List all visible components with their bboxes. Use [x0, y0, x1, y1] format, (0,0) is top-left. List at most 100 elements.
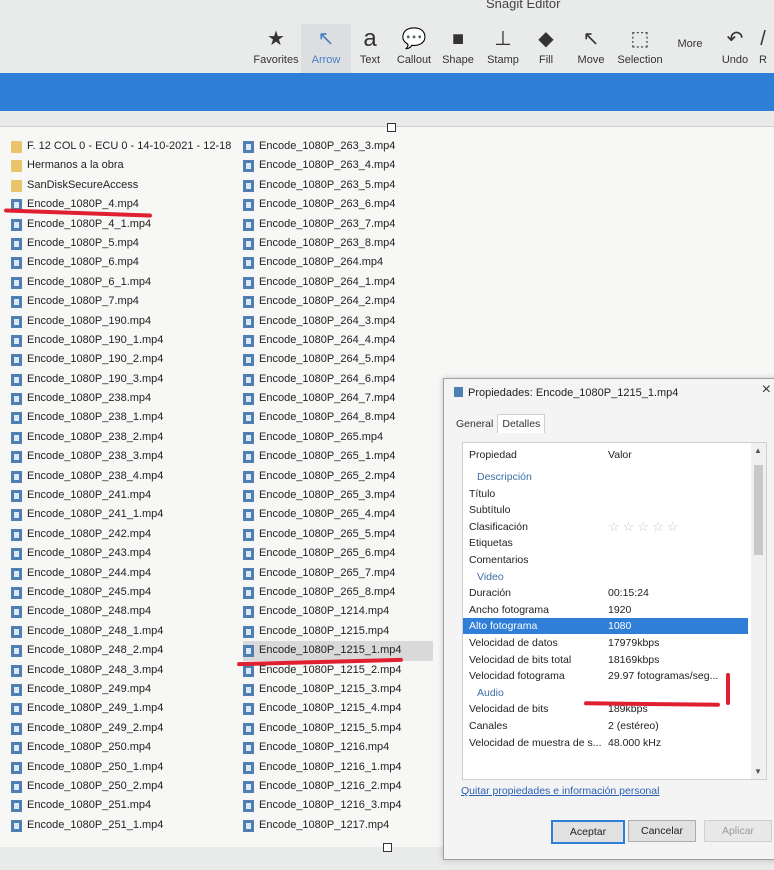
file-item[interactable]: Encode_1080P_1216_1.mp4	[243, 758, 433, 777]
file-item[interactable]: Encode_1080P_265_2.mp4	[243, 467, 433, 486]
file-item[interactable]: Encode_1080P_4_1.mp4	[11, 215, 241, 234]
file-item[interactable]: SanDiskSecureAccess	[11, 176, 241, 195]
tab-general[interactable]: General	[452, 415, 497, 433]
file-item[interactable]: Encode_1080P_264_7.mp4	[243, 389, 433, 408]
property-row[interactable]: Velocidad de bits total 18169kbps	[463, 652, 748, 668]
file-item[interactable]: Encode_1080P_6_1.mp4	[11, 273, 241, 292]
file-item[interactable]: Encode_1080P_264_6.mp4	[243, 370, 433, 389]
file-item[interactable]: Encode_1080P_251.mp4	[11, 796, 241, 815]
file-item[interactable]: Encode_1080P_238_3.mp4	[11, 447, 241, 466]
rating-stars[interactable]: ☆☆☆☆☆	[608, 519, 681, 535]
file-item[interactable]: Encode_1080P_263_4.mp4	[243, 156, 433, 175]
file-item[interactable]: Encode_1080P_251_1.mp4	[11, 816, 241, 835]
file-item[interactable]: Encode_1080P_250.mp4	[11, 738, 241, 757]
redo-button[interactable]: / R	[752, 24, 774, 76]
property-row[interactable]: Canales 2 (estéreo)	[463, 718, 748, 734]
property-row[interactable]: Velocidad de muestra de s... 48.000 kHz	[463, 735, 748, 751]
tool-move[interactable]: ↖ Move	[566, 24, 616, 76]
file-item[interactable]: Encode_1080P_265_7.mp4	[243, 564, 433, 583]
property-row[interactable]: Duración 00:15:24	[463, 585, 748, 601]
file-item[interactable]: Encode_1080P_190_3.mp4	[11, 370, 241, 389]
column-property[interactable]: Propiedad	[469, 449, 517, 461]
file-item[interactable]: Encode_1080P_190.mp4	[11, 312, 241, 331]
file-item[interactable]: Encode_1080P_1216_2.mp4	[243, 777, 433, 796]
file-item[interactable]: Encode_1080P_265_6.mp4	[243, 544, 433, 563]
file-item[interactable]: Encode_1080P_248_3.mp4	[11, 661, 241, 680]
file-item[interactable]: Encode_1080P_249_1.mp4	[11, 699, 241, 718]
property-row[interactable]: Etiquetas	[463, 535, 748, 551]
tool-callout[interactable]: 💬 Callout	[389, 24, 439, 76]
property-row[interactable]: Alto fotograma 1080	[463, 618, 748, 635]
property-row[interactable]: Comentarios	[463, 552, 748, 568]
file-item[interactable]: Encode_1080P_264_5.mp4	[243, 350, 433, 369]
file-item[interactable]: Encode_1080P_1216_3.mp4	[243, 796, 433, 815]
file-item[interactable]: Encode_1080P_263_8.mp4	[243, 234, 433, 253]
file-item[interactable]: Encode_1080P_248.mp4	[11, 602, 241, 621]
file-item[interactable]: Encode_1080P_1215_1.mp4	[243, 641, 433, 661]
file-item[interactable]: Encode_1080P_1214.mp4	[243, 602, 433, 621]
resize-handle-bottom[interactable]	[383, 843, 392, 852]
file-item[interactable]: Encode_1080P_265_3.mp4	[243, 486, 433, 505]
file-item[interactable]: Encode_1080P_264_2.mp4	[243, 292, 433, 311]
file-item[interactable]: Encode_1080P_241_1.mp4	[11, 505, 241, 524]
file-item[interactable]: Hermanos a la obra	[11, 156, 241, 175]
tool-text[interactable]: a Text	[345, 24, 395, 76]
file-item[interactable]: Encode_1080P_1215_4.mp4	[243, 699, 433, 718]
file-item[interactable]: Encode_1080P_1215.mp4	[243, 622, 433, 641]
file-item[interactable]: Encode_1080P_1215_3.mp4	[243, 680, 433, 699]
file-item[interactable]: Encode_1080P_264_4.mp4	[243, 331, 433, 350]
file-item[interactable]: Encode_1080P_245.mp4	[11, 583, 241, 602]
property-row[interactable]: Velocidad fotograma 29.97 fotogramas/seg.…	[463, 668, 748, 684]
file-item[interactable]: Encode_1080P_238_4.mp4	[11, 467, 241, 486]
file-item[interactable]: Encode_1080P_7.mp4	[11, 292, 241, 311]
file-item[interactable]: Encode_1080P_264_8.mp4	[243, 408, 433, 427]
file-item[interactable]: Encode_1080P_244.mp4	[11, 564, 241, 583]
file-item[interactable]: Encode_1080P_6.mp4	[11, 253, 241, 272]
property-row[interactable]: Subtítulo	[463, 502, 748, 518]
file-item[interactable]: Encode_1080P_242.mp4	[11, 525, 241, 544]
scrollbar-thumb[interactable]	[754, 465, 763, 555]
file-item[interactable]: Encode_1080P_243.mp4	[11, 544, 241, 563]
column-value[interactable]: Valor	[608, 449, 632, 461]
file-item[interactable]: Encode_1080P_265_8.mp4	[243, 583, 433, 602]
cancel-button[interactable]: Cancelar	[628, 820, 696, 842]
file-item[interactable]: Encode_1080P_238.mp4	[11, 389, 241, 408]
scroll-up-icon[interactable]: ▲	[754, 446, 762, 455]
file-item[interactable]: Encode_1080P_248_2.mp4	[11, 641, 241, 660]
file-item[interactable]: Encode_1080P_190_1.mp4	[11, 331, 241, 350]
file-item[interactable]: Encode_1080P_263_3.mp4	[243, 137, 433, 156]
file-item[interactable]: Encode_1080P_238_2.mp4	[11, 428, 241, 447]
close-icon[interactable]: ×	[762, 381, 771, 399]
properties-scrollbar[interactable]: ▲ ▼	[751, 443, 766, 779]
resize-handle-top[interactable]	[387, 123, 396, 132]
tool-favorites[interactable]: ★ Favorites	[251, 24, 301, 76]
file-item[interactable]: Encode_1080P_1216.mp4	[243, 738, 433, 757]
tool-fill[interactable]: ◆ Fill	[521, 24, 571, 76]
file-item[interactable]: Encode_1080P_263_5.mp4	[243, 176, 433, 195]
file-item[interactable]: F. 12 COL 0 - ECU 0 - 14-10-2021 - 12-18	[11, 137, 241, 156]
property-group[interactable]: Descripción	[463, 469, 748, 485]
property-row[interactable]: Clasificación ☆☆☆☆☆	[463, 519, 748, 535]
file-item[interactable]: Encode_1080P_265_5.mp4	[243, 525, 433, 544]
scroll-down-icon[interactable]: ▼	[754, 767, 762, 776]
property-row[interactable]: Velocidad de datos 17979kbps	[463, 635, 748, 651]
remove-properties-link[interactable]: Quitar propiedades e información persona…	[461, 785, 659, 797]
property-group[interactable]: Video	[463, 569, 748, 585]
tab-detalles[interactable]: Detalles	[497, 414, 546, 433]
tool-arrow[interactable]: ↖ Arrow	[301, 24, 351, 76]
file-item[interactable]: Encode_1080P_249_2.mp4	[11, 719, 241, 738]
file-item[interactable]: Encode_1080P_265.mp4	[243, 428, 433, 447]
file-item[interactable]: Encode_1080P_248_1.mp4	[11, 622, 241, 641]
file-item[interactable]: Encode_1080P_265_4.mp4	[243, 505, 433, 524]
file-item[interactable]: Encode_1080P_250_1.mp4	[11, 758, 241, 777]
file-item[interactable]: Encode_1080P_249.mp4	[11, 680, 241, 699]
ok-button[interactable]: Aceptar	[551, 820, 625, 844]
file-item[interactable]: Encode_1080P_263_7.mp4	[243, 215, 433, 234]
file-item[interactable]: Encode_1080P_5.mp4	[11, 234, 241, 253]
file-item[interactable]: Encode_1080P_264_3.mp4	[243, 312, 433, 331]
file-item[interactable]: Encode_1080P_241.mp4	[11, 486, 241, 505]
file-item[interactable]: Encode_1080P_264_1.mp4	[243, 273, 433, 292]
file-item[interactable]: Encode_1080P_1217.mp4	[243, 816, 433, 835]
file-item[interactable]: Encode_1080P_1215_5.mp4	[243, 719, 433, 738]
property-group[interactable]: Audio	[463, 685, 748, 701]
